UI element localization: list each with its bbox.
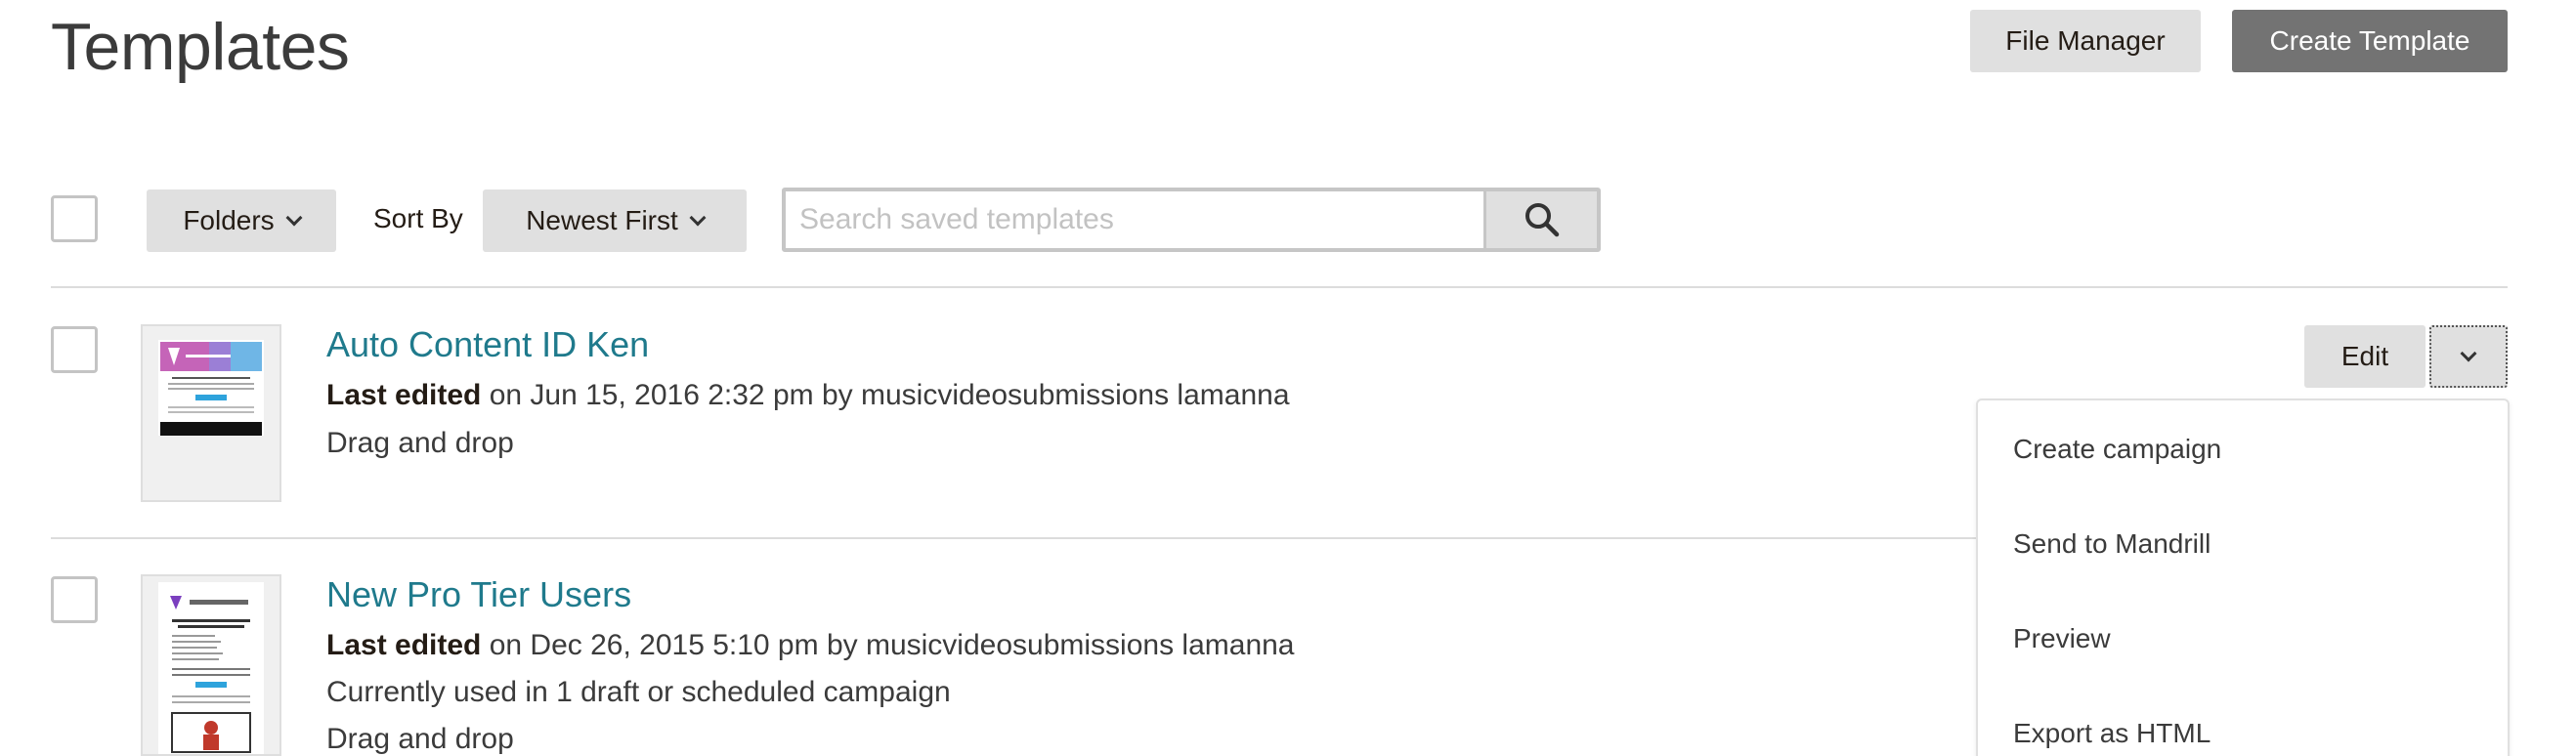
menu-item-export-html[interactable]: Export as HTML [2013, 718, 2211, 749]
folders-label: Folders [183, 205, 275, 235]
row-checkbox[interactable] [51, 326, 98, 373]
menu-item-send-to-mandrill[interactable]: Send to Mandrill [2013, 528, 2211, 560]
edit-button[interactable]: Edit [2304, 325, 2426, 388]
template-title-link[interactable]: Auto Content ID Ken [326, 324, 649, 365]
row-checkbox[interactable] [51, 576, 98, 623]
template-thumbnail[interactable] [141, 324, 281, 502]
menu-item-preview[interactable]: Preview [2013, 623, 2111, 654]
sort-by-label: Sort By [373, 203, 463, 233]
edited-details: on Dec 26, 2015 5:10 pm by musicvideosub… [481, 629, 1295, 661]
sort-dropdown[interactable]: Newest First [483, 189, 747, 252]
chevron-down-icon [2460, 345, 2477, 362]
divider [51, 286, 2508, 288]
folders-dropdown[interactable]: Folders [147, 189, 336, 252]
search-box [782, 188, 1601, 252]
page-title: Templates [51, 10, 350, 84]
search-icon [1524, 203, 1559, 237]
template-type: Drag and drop [326, 723, 514, 755]
row-actions-toggle[interactable] [2429, 325, 2508, 388]
sort-value: Newest First [526, 205, 678, 235]
template-title-link[interactable]: New Pro Tier Users [326, 574, 631, 615]
select-all-checkbox[interactable] [51, 195, 98, 242]
template-type: Drag and drop [326, 427, 514, 459]
chevron-down-icon [689, 209, 707, 227]
last-edited-info: Last edited on Dec 26, 2015 5:10 pm by m… [326, 629, 1295, 662]
file-manager-button[interactable]: File Manager [1970, 10, 2201, 72]
edited-details: on Jun 15, 2016 2:32 pm by musicvideosub… [481, 379, 1290, 411]
create-template-button[interactable]: Create Template [2232, 10, 2508, 72]
last-edited-info: Last edited on Jun 15, 2016 2:32 pm by m… [326, 379, 1290, 412]
template-thumbnail[interactable] [141, 574, 281, 756]
template-usage: Currently used in 1 draft or scheduled c… [326, 676, 951, 708]
row-actions-menu: Create campaign Send to Mandrill Preview… [1976, 399, 2510, 756]
menu-item-create-campaign[interactable]: Create campaign [2013, 434, 2221, 465]
last-edited-label: Last edited [326, 379, 482, 411]
search-button[interactable] [1483, 191, 1597, 248]
search-input[interactable] [786, 191, 1483, 248]
chevron-down-icon [285, 209, 303, 227]
last-edited-label: Last edited [326, 629, 482, 661]
